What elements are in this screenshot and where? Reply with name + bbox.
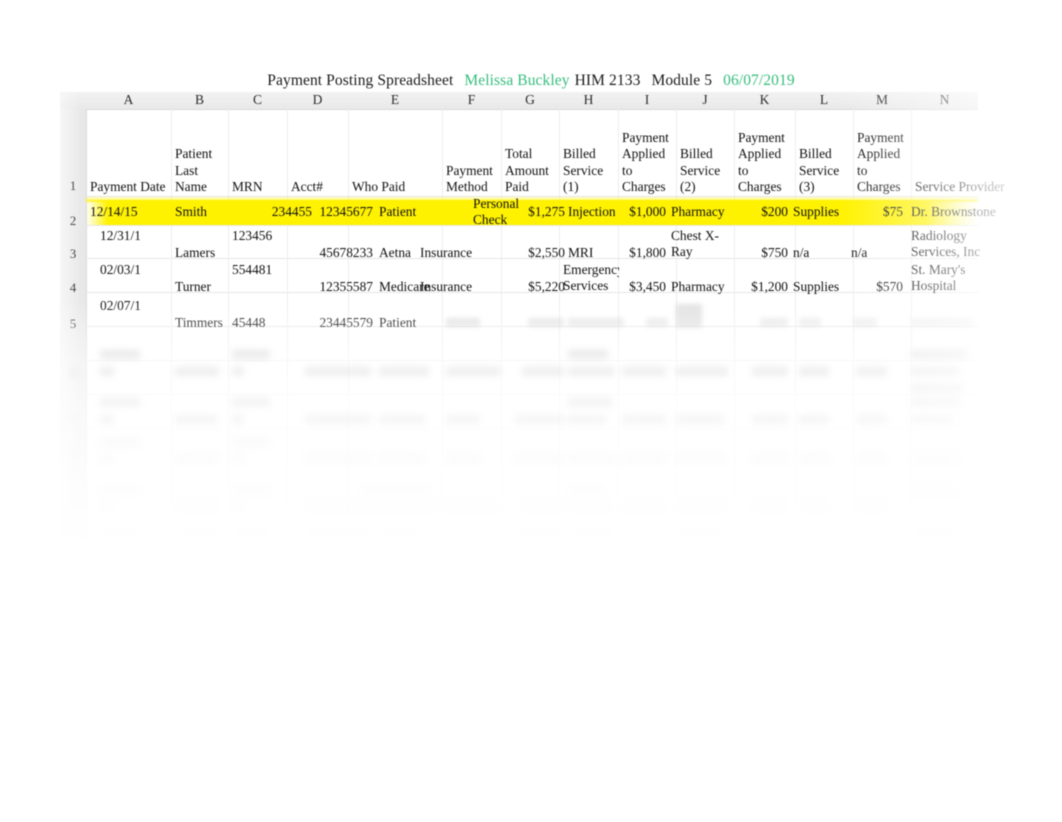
cell-mrn[interactable]: 45448 (232, 315, 280, 332)
cell-payment-method[interactable]: Insurance (420, 279, 482, 296)
column-letter-i[interactable]: I (618, 92, 676, 109)
row-number-6[interactable]: 6 (60, 365, 86, 381)
cell-patient-last-name[interactable]: Timmers (175, 315, 229, 332)
cell-payment-applied-1[interactable]: $1,800 (607, 245, 666, 262)
title-date: 06/07/2019 (723, 72, 795, 89)
header-payment-date: Payment Date (90, 179, 166, 195)
cell-payment-applied-1[interactable]: $1,000 (607, 204, 666, 221)
cell-acct[interactable]: 12355587 (289, 279, 373, 296)
cell-total-amount-paid[interactable]: $1,275 (491, 204, 565, 221)
header-billed-service-2: Billed Service (2) (680, 146, 721, 195)
header-total-amount-paid: Total Amount Paid (505, 146, 549, 195)
cell-patient-last-name[interactable]: Turner (175, 279, 229, 296)
column-letter-c[interactable]: C (228, 92, 287, 109)
column-letter-m[interactable]: M (853, 92, 911, 109)
column-letter-h[interactable]: H (559, 92, 618, 109)
row-number-8[interactable]: 8 (60, 445, 86, 461)
spreadsheet-screenshot: Payment Posting Spreadsheet Melissa Buckl… (0, 0, 1062, 822)
cell-patient-last-name[interactable]: Smith (175, 204, 227, 221)
header-payment-applied-1: Payment Applied to Charges (622, 129, 669, 195)
header-service-provider: Service Provider (915, 179, 1005, 195)
header-billed-service-3: Billed Service (3) (799, 146, 840, 195)
header-payment-method: Payment Method (446, 162, 493, 195)
cell-acct[interactable]: 12345677 (289, 204, 373, 221)
cell-billed-service-2[interactable]: Pharmacy (671, 279, 731, 296)
column-letter-e[interactable]: E (348, 92, 442, 109)
title-course: HIM 2133 (574, 72, 641, 89)
row-number-3[interactable]: 3 (60, 246, 86, 262)
cell-billed-service-3[interactable]: n/a (793, 245, 851, 262)
header-mrn: MRN (232, 179, 263, 195)
title-module: Module 5 (651, 72, 713, 89)
row-number-2[interactable]: 2 (60, 213, 86, 229)
cell-acct[interactable]: 45678233 (289, 245, 373, 262)
cell-payment-applied-3[interactable]: $75 (841, 204, 903, 221)
cell-billed-service-2[interactable]: Pharmacy (671, 204, 731, 221)
cell-service-provider[interactable]: Radiology Services, Inc (911, 228, 991, 261)
column-letter-j[interactable]: J (676, 92, 734, 109)
cell-payment-applied-2[interactable]: $200 (726, 204, 788, 221)
cell-who-paid[interactable]: Patient (379, 315, 441, 332)
header-billed-service-1: Billed Service (1) (563, 146, 604, 195)
cell-acct[interactable]: 23445579 (289, 315, 373, 332)
cell-payment-date[interactable]: 02/03/15 (100, 262, 140, 279)
row-number-7[interactable]: 7 (60, 412, 86, 428)
cell-mrn[interactable]: 554481 (232, 262, 272, 279)
header-payment-applied-3: Payment Applied to Charges (857, 129, 904, 195)
column-letter-l[interactable]: L (795, 92, 853, 109)
column-letter-k[interactable]: K (734, 92, 795, 109)
cell-payment-applied-3[interactable]: n/a (851, 245, 909, 262)
column-letter-d[interactable]: D (287, 92, 348, 109)
cell-payment-date[interactable]: 12/31/14 (100, 228, 140, 245)
cell-payment-applied-2[interactable]: $750 (726, 245, 788, 262)
cell-service-provider[interactable]: St. Mary's Hospital (911, 262, 981, 295)
cell-total-amount-paid[interactable]: $2,550 (491, 245, 565, 262)
column-letter-g[interactable]: G (501, 92, 559, 109)
cell-billed-service-2[interactable]: Chest X-Ray (671, 228, 721, 261)
column-letter-f[interactable]: F (442, 92, 501, 109)
column-letter-b[interactable]: B (171, 92, 228, 109)
cell-who-paid[interactable]: Patient (379, 204, 441, 221)
cell-patient-last-name[interactable]: Lamers (175, 245, 229, 262)
cell-payment-method[interactable]: Insurance (420, 245, 482, 262)
header-payment-applied-2: Payment Applied to Charges (738, 129, 785, 195)
worksheet-grid: A B C D E F G H I J K L M N 1 2 3 4 5 6 … (60, 92, 1005, 552)
page-title: Payment Posting Spreadsheet Melissa Buckl… (0, 72, 1062, 90)
cell-total-amount-paid[interactable]: $5,220 (491, 279, 565, 296)
header-acct: Acct# (291, 179, 323, 195)
header-who-paid: Who Paid (352, 179, 406, 195)
title-main: Payment Posting Spreadsheet (267, 72, 454, 89)
cell-service-provider[interactable]: Dr. Brownstone (911, 204, 1031, 221)
column-header-band: A B C D E F G H I J K L M N (60, 92, 978, 110)
column-letter-a[interactable]: A (86, 92, 171, 109)
cell-payment-date[interactable]: 02/07/15 (100, 298, 140, 315)
cell-payment-applied-1[interactable]: $3,450 (607, 279, 666, 296)
row-number-5[interactable]: 5 (60, 316, 86, 332)
row-number-4[interactable]: 4 (60, 280, 86, 296)
column-letter-n[interactable]: N (911, 92, 978, 109)
cell-payment-applied-3[interactable]: $570 (841, 279, 903, 296)
header-patient-last-name: Patient Last Name (175, 146, 213, 195)
row-number-9[interactable]: 9 (60, 495, 86, 511)
row-number-1[interactable]: 1 (60, 178, 86, 194)
cell-payment-applied-2[interactable]: $1,200 (726, 279, 788, 296)
cell-mrn[interactable]: 123456 (232, 228, 272, 245)
cell-payment-date[interactable]: 12/14/15 (90, 204, 170, 221)
title-author: Melissa Buckley (464, 72, 570, 89)
